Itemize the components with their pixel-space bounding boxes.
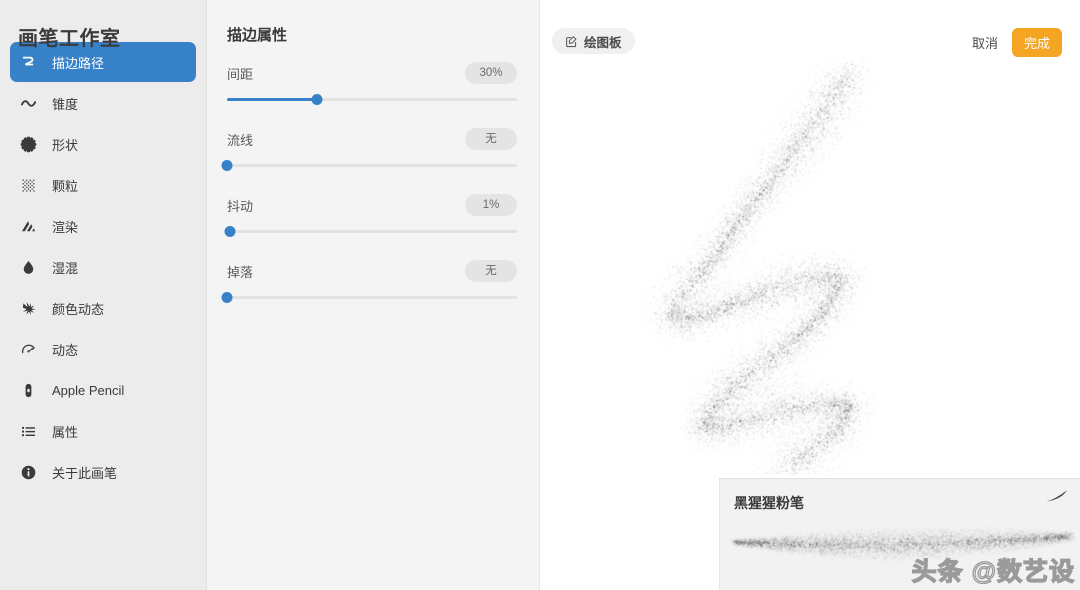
- slider-label: 流线: [227, 130, 253, 149]
- slider-header: 掉落 无: [227, 259, 517, 283]
- slider-header: 流线 无: [227, 127, 517, 151]
- slider-track[interactable]: [227, 290, 517, 304]
- sidebar-item-6[interactable]: 湿混: [10, 247, 196, 287]
- sidebar-item-10[interactable]: 属性: [10, 411, 196, 451]
- slider-track[interactable]: [227, 92, 517, 106]
- sidebar-item-label: 形状: [52, 135, 78, 154]
- brush-preview-card[interactable]: 黑猩猩粉笔 头条 @数艺设: [719, 478, 1080, 590]
- slider-row: 抖动 1%: [227, 193, 517, 238]
- sidebar-item-label: 描边路径: [52, 53, 104, 72]
- drawpad-button[interactable]: 绘图板: [552, 28, 635, 54]
- slider-track-background: [227, 230, 517, 233]
- slider-knob[interactable]: [222, 292, 233, 303]
- properties-title: 描边属性: [227, 24, 517, 45]
- slider-value-pill[interactable]: 1%: [465, 194, 517, 216]
- sidebar-item-3[interactable]: 形状: [10, 124, 196, 164]
- sidebar-item-label: 锥度: [52, 94, 78, 113]
- shape-starburst-icon: [20, 133, 44, 155]
- slider-header: 抖动 1%: [227, 193, 517, 217]
- sidebar-item-2[interactable]: 锥度: [10, 83, 196, 123]
- sidebar-item-label: 动态: [52, 340, 78, 359]
- slider-header: 间距 30%: [227, 61, 517, 85]
- slider-knob[interactable]: [311, 94, 322, 105]
- slider-row: 流线 无: [227, 127, 517, 172]
- properties-list-icon: [20, 420, 44, 442]
- slider-track-background: [227, 296, 517, 299]
- stroke-path-icon: [20, 51, 44, 73]
- slider-list: 间距 30% 流线无抖动 1% 掉落无: [227, 61, 517, 304]
- brush-studio-window: 画笔工作室 描边路径锥度形状颗粒渲染湿混颜色动态动态 Apple Pencil 属性…: [0, 0, 1080, 590]
- toolbar-actions: 取消 完成: [972, 28, 1062, 57]
- sidebar-item-label: 颗粒: [52, 176, 78, 195]
- slider-knob[interactable]: [222, 160, 233, 171]
- sidebar-item-8[interactable]: 动态: [10, 329, 196, 369]
- pencil-square-icon: [565, 35, 578, 48]
- sidebar: 画笔工作室 描边路径锥度形状颗粒渲染湿混颜色动态动态 Apple Pencil 属性…: [0, 0, 207, 590]
- slider-label: 掉落: [227, 262, 253, 281]
- sidebar-item-4[interactable]: 颗粒: [10, 165, 196, 205]
- slider-row: 掉落 无: [227, 259, 517, 304]
- canvas-area: 绘图板 取消 完成 黑猩猩粉笔 头条 @数艺设: [540, 0, 1080, 590]
- slider-knob[interactable]: [224, 226, 235, 237]
- done-button[interactable]: 完成: [1012, 28, 1062, 57]
- dynamics-gauge-icon: [20, 338, 44, 360]
- taper-wave-icon: [20, 92, 44, 114]
- slider-track[interactable]: [227, 224, 517, 238]
- sidebar-item-7[interactable]: 颜色动态: [10, 288, 196, 328]
- slider-track-background: [227, 164, 517, 167]
- slider-label: 抖动: [227, 196, 253, 215]
- apple-pencil-icon: [20, 379, 44, 401]
- sidebar-item-label: 属性: [52, 422, 78, 441]
- color-dynamics-splat-icon: [20, 297, 44, 319]
- sidebar-item-label: 关于此画笔: [52, 463, 117, 482]
- stroke-properties-panel: 描边属性 间距 30% 流线无抖动 1% 掉落无: [207, 0, 540, 590]
- brush-name-label: 黑猩猩粉笔: [734, 493, 804, 513]
- brush-stroke-mark-icon: [1045, 489, 1069, 508]
- brush-stroke-preview: [580, 55, 980, 475]
- sidebar-item-9[interactable]: Apple Pencil: [10, 370, 196, 410]
- page-title: 画笔工作室: [0, 0, 206, 30]
- sidebar-item-label: 颜色动态: [52, 299, 104, 318]
- sidebar-item-label: Apple Pencil: [52, 383, 124, 398]
- sidebar-item-label: 渲染: [52, 217, 78, 236]
- slider-value-pill[interactable]: 30%: [465, 62, 517, 84]
- about-info-icon: [20, 461, 44, 483]
- slider-label: 间距: [227, 64, 253, 83]
- canvas-toolbar: 绘图板 取消 完成: [540, 0, 1080, 70]
- slider-track[interactable]: [227, 158, 517, 172]
- grain-dots-icon: [20, 174, 44, 196]
- sidebar-item-label: 湿混: [52, 258, 78, 277]
- sidebar-item-5[interactable]: 渲染: [10, 206, 196, 246]
- slider-track-fill: [227, 98, 317, 101]
- slider-value-pill[interactable]: 无: [465, 128, 517, 150]
- cancel-button[interactable]: 取消: [972, 33, 998, 52]
- slider-value-pill[interactable]: 无: [465, 260, 517, 282]
- render-stripes-icon: [20, 215, 44, 237]
- watermark-text: 头条 @数艺设: [912, 552, 1075, 588]
- sidebar-item-11[interactable]: 关于此画笔: [10, 452, 196, 492]
- wet-mix-droplet-icon: [20, 256, 44, 278]
- drawpad-label: 绘图板: [584, 32, 622, 51]
- sidebar-nav-list: 描边路径锥度形状颗粒渲染湿混颜色动态动态 Apple Pencil 属性关于此画笔: [0, 42, 206, 492]
- slider-row: 间距 30%: [227, 61, 517, 106]
